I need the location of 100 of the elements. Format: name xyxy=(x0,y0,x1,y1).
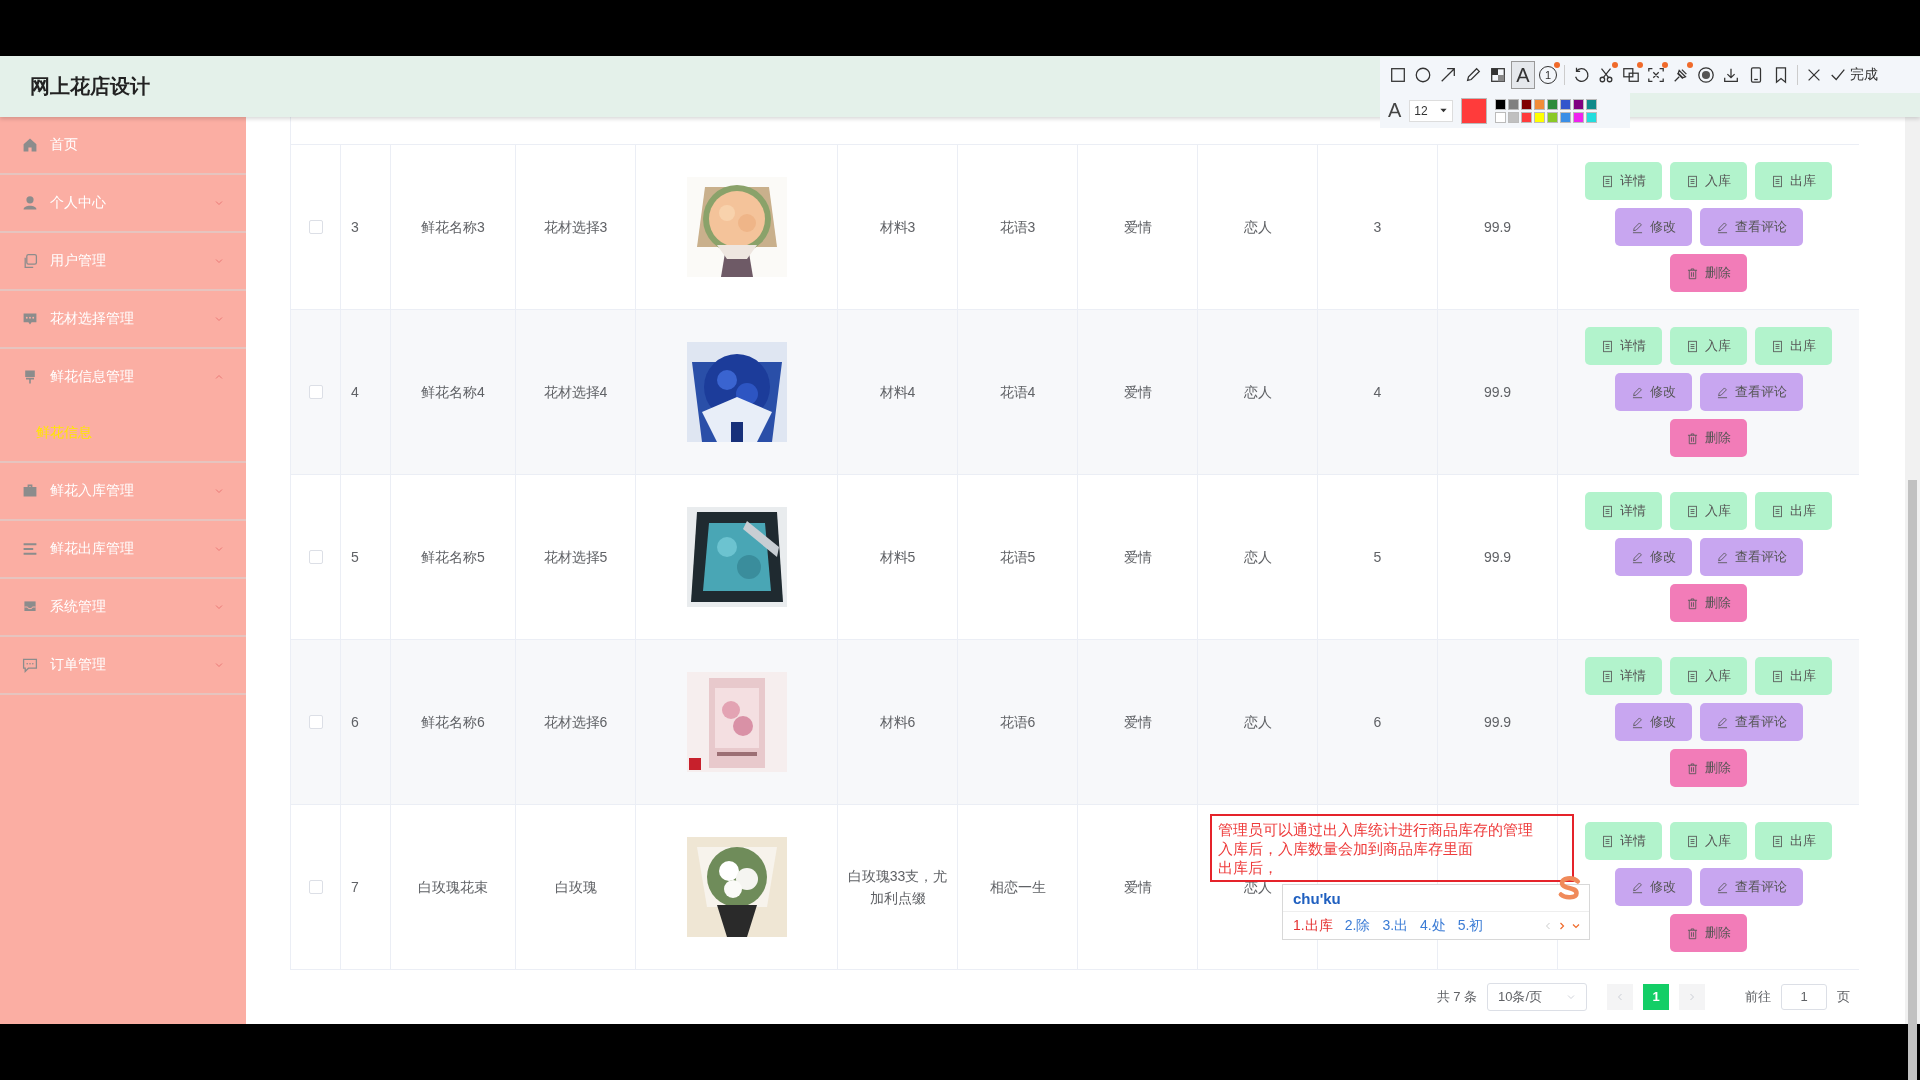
table-cell-text: 99.9 xyxy=(1483,217,1512,237)
edit-button[interactable]: 修改 xyxy=(1614,538,1692,576)
delete-button[interactable]: 删除 xyxy=(1670,419,1747,457)
document-icon xyxy=(1771,669,1784,683)
table-cell-text: 99.9 xyxy=(1483,712,1512,732)
document-icon xyxy=(1686,339,1699,353)
pencil-icon xyxy=(1464,66,1482,84)
color-swatch[interactable] xyxy=(1534,98,1546,110)
color-swatch[interactable] xyxy=(1521,111,1533,123)
pencil-icon xyxy=(1715,715,1729,729)
color-swatch[interactable] xyxy=(1573,98,1585,110)
detail-button[interactable]: 详情 xyxy=(1585,162,1662,200)
detail-button[interactable]: 详情 xyxy=(1585,327,1662,365)
color-swatch[interactable] xyxy=(1521,98,1533,110)
table-cell-text: 99.9 xyxy=(1483,382,1512,402)
review-button[interactable]: 查看评论 xyxy=(1699,703,1803,741)
row-checkbox[interactable] xyxy=(308,220,323,234)
table-cell-text: 白玫瑰33支，尤加利点缀 xyxy=(846,866,949,908)
table-cell-text: 鲜花名称4 xyxy=(421,382,485,402)
chat-icon xyxy=(22,311,38,327)
candidate-word[interactable]: 3.出 xyxy=(1382,916,1409,935)
trash-icon xyxy=(1686,266,1699,280)
goto-label: 前往 xyxy=(1745,987,1771,1006)
candidate-word[interactable]: 2.除 xyxy=(1344,916,1371,935)
pencil-icon xyxy=(1630,220,1644,234)
color-swatch[interactable] xyxy=(1560,111,1572,123)
chevron-down-icon xyxy=(214,314,224,324)
table-cell-text: 爱情 xyxy=(1123,217,1152,237)
edit-button[interactable]: 修改 xyxy=(1614,373,1692,411)
home-icon xyxy=(22,137,38,153)
table-cell-text: 恋人 xyxy=(1243,217,1272,237)
row-checkbox[interactable] xyxy=(308,880,323,894)
table-cell-text: 相恋一生 xyxy=(989,877,1046,897)
color-swatch[interactable] xyxy=(1573,111,1585,123)
delete-button[interactable]: 删除 xyxy=(1670,914,1747,952)
row-checkbox[interactable] xyxy=(308,385,323,399)
detail-button[interactable]: 详情 xyxy=(1585,657,1662,695)
color-swatch[interactable] xyxy=(1547,111,1559,123)
stock-in-button[interactable]: 入库 xyxy=(1670,162,1747,200)
color-swatch[interactable] xyxy=(1547,98,1559,110)
candidate-word[interactable]: 1.出库 xyxy=(1293,916,1333,935)
table-cell-text: 花材选择4 xyxy=(543,382,608,402)
app-title: 网上花店设计 xyxy=(30,74,150,99)
edit-button[interactable]: 修改 xyxy=(1614,868,1692,906)
review-button[interactable]: 查看评论 xyxy=(1699,868,1803,906)
font-size-select[interactable]: 12 xyxy=(1409,99,1454,122)
table-cell-text: 3 xyxy=(351,217,359,237)
color-swatch[interactable] xyxy=(1534,111,1546,123)
delete-button[interactable]: 删除 xyxy=(1670,254,1747,292)
font-label: A xyxy=(1388,99,1402,122)
review-button[interactable]: 查看评论 xyxy=(1699,373,1803,411)
table-cell-text: 爱情 xyxy=(1123,547,1152,567)
text-tool-button[interactable]: A xyxy=(1511,61,1535,89)
review-button[interactable]: 查看评论 xyxy=(1699,538,1803,576)
detail-button[interactable]: 详情 xyxy=(1585,822,1662,860)
number-tool-button[interactable]: 1 xyxy=(1536,61,1560,89)
page-input[interactable]: 1 xyxy=(1781,983,1827,1010)
stock-in-button[interactable]: 入库 xyxy=(1670,657,1747,695)
candidate-word[interactable]: 5.初 xyxy=(1457,916,1484,935)
candidate-word[interactable]: 4.处 xyxy=(1420,916,1446,935)
page-size-select[interactable]: 10条/页 xyxy=(1487,982,1587,1011)
stock-out-button[interactable]: 出库 xyxy=(1755,492,1832,530)
color-swatch[interactable] xyxy=(1586,111,1598,123)
detail-button[interactable]: 详情 xyxy=(1585,492,1662,530)
color-swatch[interactable] xyxy=(1508,111,1520,123)
stock-out-button[interactable]: 出库 xyxy=(1755,657,1832,695)
document-icon xyxy=(1601,669,1614,683)
table-cell-text: 爱情 xyxy=(1123,712,1152,732)
edit-button[interactable]: 修改 xyxy=(1614,703,1692,741)
table-cell-text: 花语6 xyxy=(999,712,1036,732)
review-button[interactable]: 查看评论 xyxy=(1699,208,1803,246)
stock-in-button[interactable]: 入库 xyxy=(1670,822,1747,860)
table-cell-text: 鲜花名称5 xyxy=(421,547,485,567)
table-cell-text: 爱情 xyxy=(1123,382,1152,402)
chevron-down-icon xyxy=(214,486,224,496)
pencil-icon xyxy=(1715,385,1729,399)
pin-icon xyxy=(1672,66,1690,84)
row-checkbox[interactable] xyxy=(308,550,323,564)
color-swatch[interactable] xyxy=(1508,98,1520,110)
color-swatch[interactable] xyxy=(1495,111,1507,123)
color-swatch[interactable] xyxy=(1586,98,1598,110)
color-swatch[interactable] xyxy=(1560,98,1572,110)
document-icon xyxy=(1771,834,1784,848)
edit-button[interactable]: 修改 xyxy=(1614,208,1692,246)
delete-button[interactable]: 删除 xyxy=(1670,749,1747,787)
pencil-icon xyxy=(1630,715,1644,729)
row-checkbox[interactable] xyxy=(308,715,323,729)
stock-in-button[interactable]: 入库 xyxy=(1670,327,1747,365)
pencil-icon xyxy=(1715,220,1729,234)
done-button[interactable]: 完成 xyxy=(1827,61,1880,89)
table-cell-text: 3 xyxy=(1373,217,1382,237)
stock-out-button[interactable]: 出库 xyxy=(1755,162,1832,200)
delete-button[interactable]: 删除 xyxy=(1670,584,1747,622)
stock-in-button[interactable]: 入库 xyxy=(1670,492,1747,530)
stock-out-button[interactable]: 出库 xyxy=(1755,327,1832,365)
scrollbar-thumb[interactable] xyxy=(1908,480,1917,1080)
annotation-text: 出库后， xyxy=(1218,858,1279,877)
stock-out-button[interactable]: 出库 xyxy=(1755,822,1832,860)
color-swatch[interactable] xyxy=(1495,98,1507,110)
current-color-swatch[interactable] xyxy=(1461,97,1488,124)
